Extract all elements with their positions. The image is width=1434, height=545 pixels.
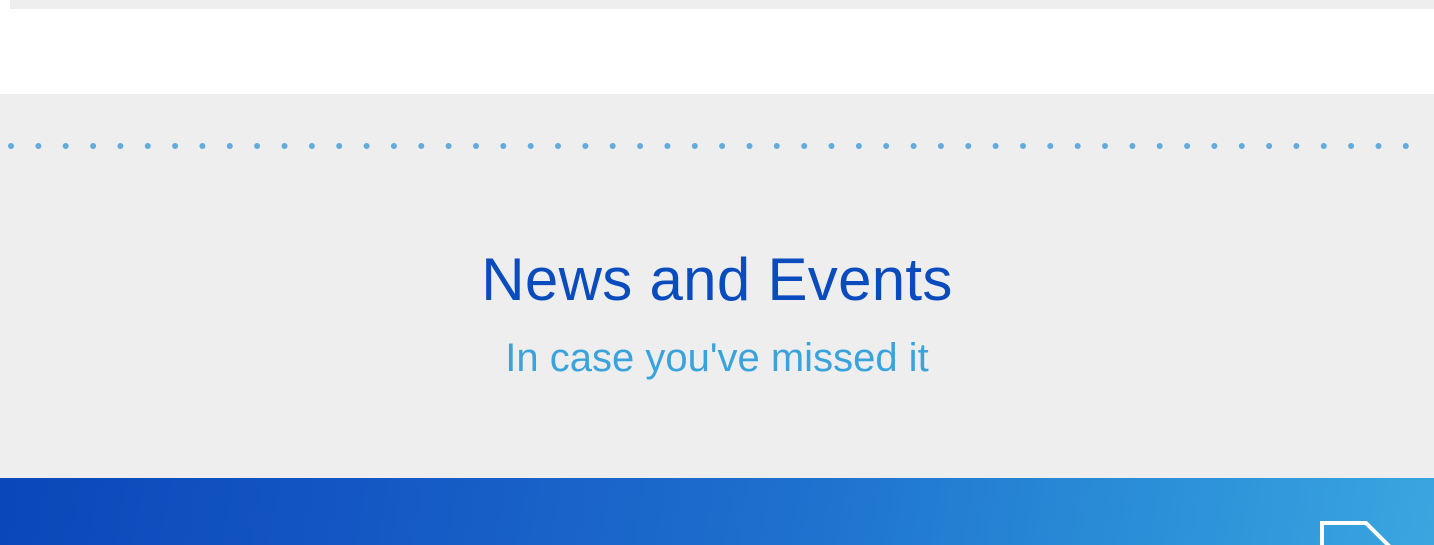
divider-dot bbox=[609, 143, 616, 149]
divider-dot bbox=[1156, 143, 1163, 149]
divider-dot bbox=[363, 143, 370, 149]
divider-dot bbox=[117, 143, 124, 149]
page: News and Events In case you've missed it bbox=[0, 0, 1434, 545]
divider-dot bbox=[418, 143, 425, 149]
divider-dot bbox=[1020, 143, 1026, 149]
divider-dot bbox=[1074, 143, 1081, 149]
divider-dot bbox=[637, 143, 644, 149]
divider-dot bbox=[1320, 143, 1327, 149]
divider-dot bbox=[527, 143, 534, 149]
divider-dot bbox=[582, 143, 589, 149]
divider-dot bbox=[35, 143, 42, 149]
divider-dot bbox=[8, 143, 14, 149]
divider-dot bbox=[254, 143, 261, 149]
divider-dot bbox=[1102, 143, 1108, 149]
divider-dot bbox=[1238, 143, 1245, 149]
divider-dot bbox=[1348, 143, 1355, 149]
divider-dot bbox=[1211, 143, 1218, 149]
divider-dot bbox=[746, 143, 753, 149]
divider-dot bbox=[773, 143, 780, 149]
previous-section-strip bbox=[10, 0, 1434, 9]
divider-dot bbox=[144, 143, 151, 149]
divider-dot bbox=[281, 143, 288, 149]
divider-dot bbox=[719, 143, 726, 149]
divider-dot bbox=[1047, 143, 1054, 149]
divider-dot bbox=[1266, 143, 1273, 149]
section-title: News and Events bbox=[481, 246, 953, 313]
divider-dot bbox=[62, 143, 69, 149]
divider-dot bbox=[1375, 143, 1382, 149]
dotted-divider bbox=[0, 140, 1434, 152]
divider-dot bbox=[965, 143, 972, 149]
divider-dot bbox=[336, 143, 343, 149]
divider-dot bbox=[90, 143, 97, 149]
divider-dot bbox=[992, 143, 999, 149]
divider-dot bbox=[555, 143, 561, 149]
divider-dot bbox=[308, 143, 315, 149]
divider-dot bbox=[1293, 143, 1300, 149]
featured-banner bbox=[0, 478, 1434, 545]
divider-dot bbox=[199, 143, 206, 149]
divider-dot bbox=[473, 143, 479, 149]
document-icon bbox=[1310, 519, 1410, 545]
divider-dot bbox=[855, 143, 862, 149]
divider-dot bbox=[691, 143, 698, 149]
divider-dot bbox=[500, 143, 507, 149]
section-subtitle: In case you've missed it bbox=[505, 336, 929, 380]
divider-dot bbox=[390, 143, 397, 149]
divider-dot bbox=[937, 143, 944, 149]
divider-dot bbox=[1184, 143, 1191, 149]
divider-dot bbox=[445, 143, 452, 149]
divider-dot bbox=[910, 143, 917, 149]
divider-dot bbox=[664, 143, 671, 149]
divider-dot bbox=[226, 143, 233, 149]
divider-dot bbox=[883, 143, 890, 149]
news-and-events-section: News and Events In case you've missed it bbox=[0, 94, 1434, 478]
divider-dot bbox=[1129, 143, 1136, 149]
divider-dot bbox=[172, 143, 179, 149]
divider-dot bbox=[1402, 143, 1409, 149]
divider-dot bbox=[801, 143, 808, 149]
divider-dot bbox=[828, 143, 835, 149]
